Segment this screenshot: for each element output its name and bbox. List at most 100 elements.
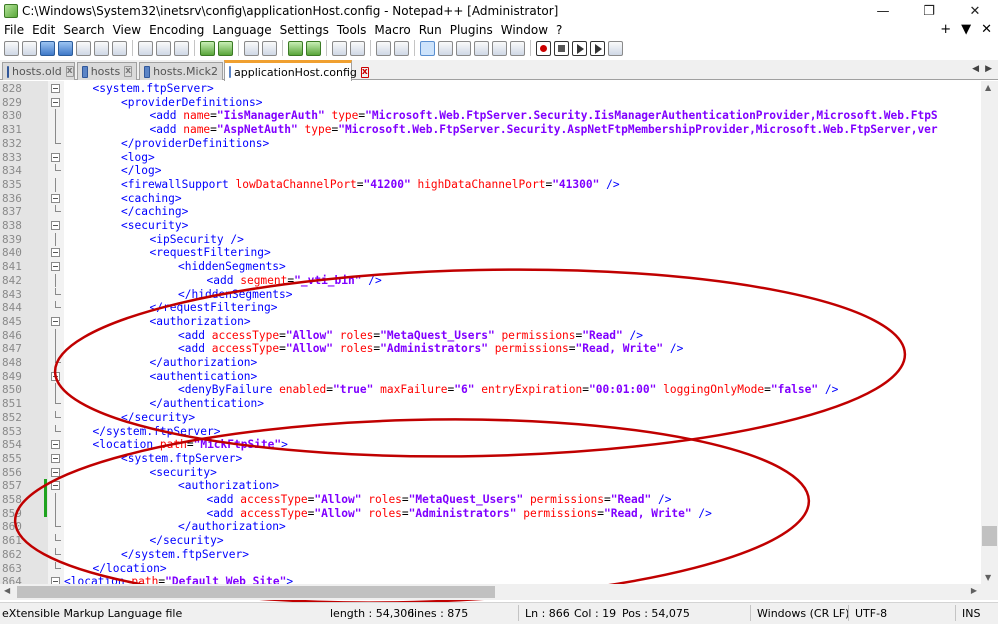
fold-toggle-icon[interactable] bbox=[51, 481, 60, 491]
indent-guide-icon[interactable] bbox=[420, 40, 435, 56]
vertical-scroll-thumb[interactable] bbox=[982, 526, 997, 546]
tab-scroll-right-icon[interactable]: ▶ bbox=[985, 64, 992, 74]
status-encoding[interactable]: UTF-8 bbox=[855, 607, 887, 620]
document-map-icon[interactable] bbox=[456, 40, 471, 56]
code-line[interactable]: 836 <caching> bbox=[0, 192, 998, 206]
zoom-in-icon[interactable] bbox=[288, 40, 303, 56]
code-line[interactable]: 840 <requestFiltering> bbox=[0, 246, 998, 260]
scroll-down-icon[interactable]: ▼ bbox=[985, 573, 991, 582]
horizontal-scrollbar[interactable]: ◀ ▶ bbox=[0, 584, 981, 600]
redo-icon[interactable] bbox=[218, 40, 233, 56]
code-line[interactable]: 855 <system.ftpServer> bbox=[0, 452, 998, 466]
code-line[interactable]: 847 <add accessType="Allow" roles="Admini… bbox=[0, 342, 998, 356]
code-line[interactable]: 837 </caching> bbox=[0, 205, 998, 219]
menu-run[interactable]: Run bbox=[415, 22, 446, 38]
code-line[interactable]: 853 </system.ftpServer> bbox=[0, 424, 998, 439]
menu-tools[interactable]: Tools bbox=[333, 22, 371, 38]
code-line[interactable]: 862 </system.ftpServer> bbox=[0, 547, 998, 562]
tab-scroll-left-icon[interactable]: ◀ bbox=[972, 64, 979, 74]
fold-toggle-icon[interactable] bbox=[51, 84, 60, 93]
close-button[interactable]: ✕ bbox=[952, 0, 998, 22]
close-all-icon[interactable] bbox=[94, 40, 109, 56]
scroll-right-icon[interactable]: ▶ bbox=[971, 586, 977, 595]
minimize-button[interactable]: — bbox=[860, 0, 906, 22]
code-line[interactable]: 849 <authentication> bbox=[0, 370, 998, 384]
show-all-characters-icon[interactable] bbox=[394, 40, 409, 56]
replace-icon[interactable] bbox=[262, 40, 277, 56]
new-file-icon[interactable] bbox=[4, 40, 19, 56]
fold-toggle-icon[interactable] bbox=[51, 467, 60, 477]
tab-hosts-old[interactable]: hosts.old x bbox=[2, 62, 75, 80]
tab-close-icon[interactable]: x bbox=[360, 66, 369, 78]
code-line[interactable]: 841 <hiddenSegments> bbox=[0, 260, 998, 274]
code-line[interactable]: 859 <add accessType="Allow" roles="Admini… bbox=[0, 506, 998, 521]
open-file-icon[interactable] bbox=[22, 40, 37, 56]
code-line[interactable]: 844 </requestFiltering> bbox=[0, 301, 998, 315]
tab-hosts-mick2[interactable]: hosts.Mick2 bbox=[139, 62, 223, 80]
status-insert-mode[interactable]: INS bbox=[962, 607, 980, 620]
code-line[interactable]: 861 </security> bbox=[0, 534, 998, 548]
undo-icon[interactable] bbox=[200, 40, 215, 56]
fold-toggle-icon[interactable] bbox=[51, 453, 60, 463]
sync-horizontal-icon[interactable] bbox=[350, 40, 365, 56]
function-list-icon[interactable] bbox=[474, 40, 489, 56]
code-line[interactable]: 828 <system.ftpServer> bbox=[0, 82, 998, 96]
fold-toggle-icon[interactable] bbox=[51, 248, 60, 258]
menu-search[interactable]: Search bbox=[59, 22, 108, 38]
code-line[interactable]: 854 <location path="MickFtpSite"> bbox=[0, 438, 998, 452]
code-line[interactable]: 829 <providerDefinitions> bbox=[0, 96, 998, 110]
status-eol[interactable]: Windows (CR LF) bbox=[757, 607, 849, 620]
run-macro-multiple-icon[interactable] bbox=[590, 40, 605, 56]
close-file-icon[interactable] bbox=[76, 40, 91, 56]
code-line[interactable]: 857 <authorization> bbox=[0, 479, 998, 493]
code-line[interactable]: 832 </providerDefinitions> bbox=[0, 136, 998, 151]
copy-icon[interactable] bbox=[156, 40, 171, 56]
scroll-up-icon[interactable]: ▲ bbox=[985, 83, 991, 92]
menu-view[interactable]: View bbox=[109, 22, 145, 38]
scroll-left-icon[interactable]: ◀ bbox=[4, 586, 10, 595]
code-line[interactable]: 846 <add accessType="Allow" roles="MetaQu… bbox=[0, 328, 998, 343]
stop-recording-icon[interactable] bbox=[554, 40, 569, 56]
menu-macro[interactable]: Macro bbox=[370, 22, 414, 38]
code-line[interactable]: 835 <firewallSupport lowDataChannelPort="… bbox=[0, 177, 998, 192]
menu-language[interactable]: Language bbox=[208, 22, 275, 38]
code-line[interactable]: 833 <log> bbox=[0, 151, 998, 165]
print-icon[interactable] bbox=[112, 40, 127, 56]
tab-close-icon[interactable]: x bbox=[65, 66, 74, 77]
record-macro-icon[interactable] bbox=[536, 40, 551, 56]
playback-macro-icon[interactable] bbox=[572, 40, 587, 56]
menu-edit[interactable]: Edit bbox=[28, 22, 59, 38]
cut-icon[interactable] bbox=[138, 40, 153, 56]
code-line[interactable]: 848 </authorization> bbox=[0, 356, 998, 370]
fold-toggle-icon[interactable] bbox=[51, 440, 60, 450]
fold-toggle-icon[interactable] bbox=[51, 262, 60, 272]
folder-as-workspace-icon[interactable] bbox=[492, 40, 507, 56]
menu-help[interactable]: ? bbox=[552, 22, 566, 38]
code-line[interactable]: 852 </security> bbox=[0, 410, 998, 425]
word-wrap-icon[interactable] bbox=[376, 40, 391, 56]
fold-toggle-icon[interactable] bbox=[51, 97, 60, 107]
language-define-icon[interactable] bbox=[438, 40, 453, 56]
code-line[interactable]: 851 </authentication> bbox=[0, 397, 998, 411]
tab-applicationhost-config[interactable]: applicationHost.config x bbox=[224, 60, 369, 81]
fold-toggle-icon[interactable] bbox=[51, 371, 60, 381]
menu-settings[interactable]: Settings bbox=[276, 22, 333, 38]
code-line[interactable]: 860 </authorization> bbox=[0, 520, 998, 534]
code-line[interactable]: 856 <security> bbox=[0, 466, 998, 480]
tab-list-dropdown-icon[interactable]: ▼ bbox=[961, 22, 971, 38]
paste-icon[interactable] bbox=[174, 40, 189, 56]
save-icon[interactable] bbox=[40, 40, 55, 56]
maximize-button[interactable]: ❐ bbox=[906, 0, 952, 22]
code-line[interactable]: 843 </hiddenSegments> bbox=[0, 287, 998, 302]
fold-toggle-icon[interactable] bbox=[51, 152, 60, 162]
fold-toggle-icon[interactable] bbox=[51, 221, 60, 230]
code-editor[interactable]: 828 <system.ftpServer> 829 <providerDefinit… bbox=[0, 81, 998, 600]
code-line[interactable]: 834 </log> bbox=[0, 164, 998, 178]
code-line[interactable]: 831 <add name="AspNetAuth" type="Microsof… bbox=[0, 123, 998, 137]
menu-window[interactable]: Window bbox=[497, 22, 552, 38]
menu-file[interactable]: File bbox=[0, 22, 28, 38]
find-icon[interactable] bbox=[244, 40, 259, 56]
code-line[interactable]: 863 </location> bbox=[0, 561, 998, 576]
save-all-icon[interactable] bbox=[58, 40, 73, 56]
save-macro-icon[interactable] bbox=[608, 40, 623, 56]
